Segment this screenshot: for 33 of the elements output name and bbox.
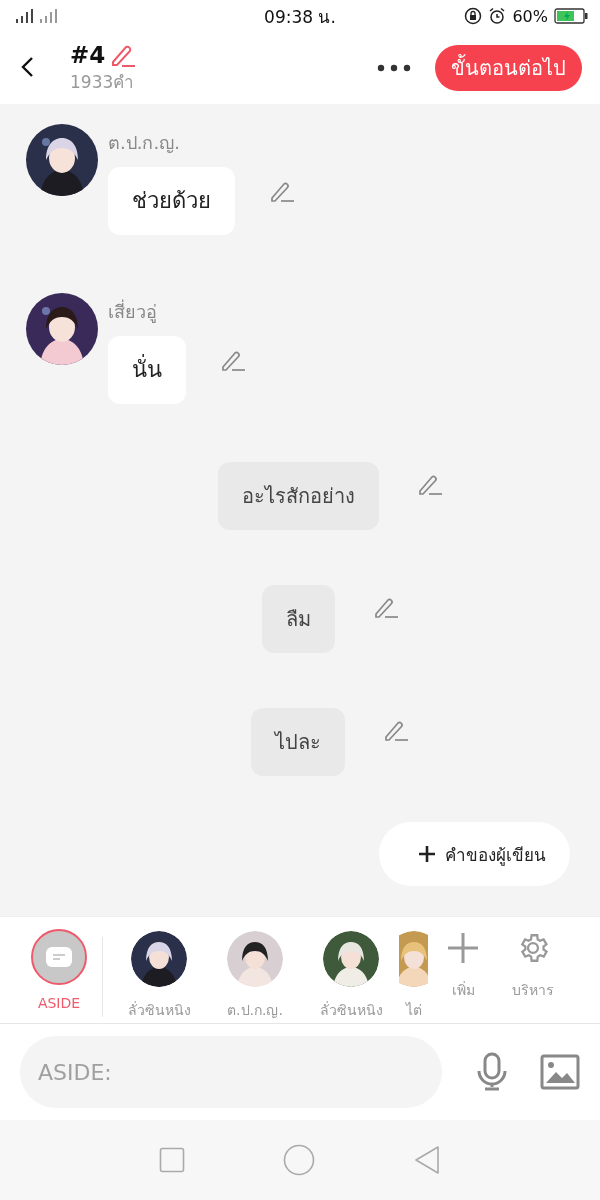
battery-icon [554,7,588,25]
tool-label: เพิ่ม [451,980,475,1000]
cast-name: ลั่วซินหนิง [127,1000,191,1020]
cast-name: ลั่วซินหนิง [319,1000,383,1020]
rotation-lock-icon [464,7,483,25]
cast-name: ไต่ [406,1001,422,1020]
message-input[interactable]: ASIDE: [20,1036,442,1108]
home-icon[interactable] [283,1144,315,1176]
next-step-button[interactable]: ขั้นตอนต่อไป [435,45,582,91]
chevron-left-icon[interactable] [20,55,34,78]
message-bubble[interactable]: นั่น [108,336,186,404]
image-icon[interactable] [540,1054,580,1090]
recent-apps-icon[interactable] [159,1147,185,1173]
battery-percent: 60% [512,6,548,26]
author-note-button[interactable]: คำของผู้เขียน [379,822,570,886]
status-time: 09:38 น. [264,5,336,29]
tool-label: บริหาร [512,981,554,1000]
alarm-icon [488,7,507,25]
chapter-title: #4 [70,41,106,68]
plus-icon[interactable] [417,844,437,864]
cast-name: ASIDE [37,995,81,1011]
aside-bubble[interactable]: อะไรสักอย่าง [217,462,379,530]
cast-name: ต.ป.ก.ญ. [227,1001,283,1020]
aside-bubble[interactable]: ลืม [261,585,335,653]
message-bubble[interactable]: ช่วยด้วย [108,167,235,235]
character-name: เสี่ยวอู่ [108,298,158,325]
aside-bubble[interactable]: ไปละ [251,708,345,776]
word-count: 1933คำ [70,70,136,94]
more-icon[interactable] [377,64,411,72]
aside-avatar[interactable] [31,929,87,985]
signal-icon [14,8,60,24]
back-icon[interactable] [413,1145,441,1175]
character-name: ต.ป.ก.ญ. [108,131,181,155]
